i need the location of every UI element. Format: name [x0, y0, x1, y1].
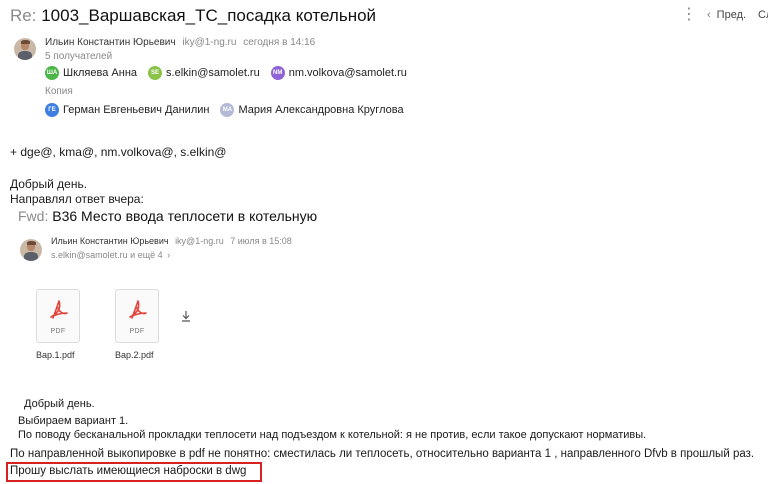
sender-date: сегодня в 14:16: [243, 37, 316, 48]
quoted-greeting: Добрый день.: [24, 398, 95, 410]
attachment-name[interactable]: Вар.2.pdf: [115, 350, 154, 360]
quoted-sender-email[interactable]: iky@1-ng.ru: [175, 236, 224, 246]
quoted-sender-name[interactable]: Ильин Константин Юрьевич: [51, 236, 169, 246]
recipient-name: nm.volkova@samolet.ru: [288, 67, 407, 79]
subject-bar: Re: 1003_Варшавская_ТС_посадка котельной…: [0, 0, 768, 32]
pdf-icon: [50, 300, 68, 319]
body-line: Направлял ответ вчера:: [10, 192, 144, 206]
subject-title: Re: 1003_Варшавская_ТС_посадка котельной: [10, 6, 376, 26]
closing-line: По направленной выкопировке в pdf не пон…: [10, 448, 755, 460]
prev-button[interactable]: ‹ Пред.: [707, 9, 746, 21]
recipient-chip[interactable]: NM nm.volkova@samolet.ru: [270, 66, 407, 80]
quoted-sender-line: Ильин Константин Юрьевич iky@1-ng.ru 7 и…: [51, 236, 292, 246]
subject-text: 1003_Варшавская_ТС_посадка котельной: [41, 6, 377, 25]
pdf-icon: [129, 300, 147, 319]
quoted-sender-avatar[interactable]: [20, 239, 42, 261]
pdf-file-card: PDF: [36, 289, 80, 343]
sender-line: Ильин Константин Юрьевич iky@1-ng.ru сег…: [45, 37, 315, 48]
subject-prefix: Re:: [10, 6, 37, 25]
fwd-title: Fwd: В36 Место ввода теплосети в котельн…: [18, 208, 317, 224]
sender-email[interactable]: iky@1-ng.ru: [182, 37, 236, 48]
recipient-chip[interactable]: ША Шкляева Анна: [45, 66, 137, 80]
recipient-name: Шкляева Анна: [63, 67, 138, 79]
pdf-file-card: PDF: [115, 289, 159, 343]
quoted-recipients-text: s.elkin@samolet.ru и ещё 4: [51, 250, 163, 260]
chevron-left-icon: ‹: [707, 9, 711, 21]
prev-label: Пред.: [716, 9, 747, 21]
fwd-subject: В36 Место ввода теплосети в котельную: [52, 208, 318, 224]
to-recipients: ША Шкляева Анна SE s.elkin@samolet.ru NM…: [45, 66, 418, 80]
next-button[interactable]: Сл: [758, 9, 768, 21]
attachment-ext: PDF: [50, 328, 66, 335]
attachment-card[interactable]: PDF: [115, 289, 159, 343]
quoted-recipients[interactable]: s.elkin@samolet.ru и ещё 4 ›: [51, 250, 170, 260]
recipient-initials: ГЕ: [45, 103, 59, 117]
chevron-right-icon: ›: [167, 250, 171, 260]
body-line: Добрый день.: [10, 177, 88, 191]
recipient-chip[interactable]: МА Мария Александровна Круглова: [220, 103, 404, 117]
body-line: + dge@, kma@, nm.volkova@, s.elkin@: [10, 145, 227, 159]
recipient-chip[interactable]: SE s.elkin@samolet.ru: [148, 66, 260, 80]
quoted-note: По поводу бесканальной прокладки теплосе…: [18, 429, 647, 441]
quoted-date: 7 июля в 15:08: [230, 236, 292, 246]
attachment-ext: PDF: [129, 328, 145, 335]
recipients-count[interactable]: 5 получателей: [45, 51, 112, 62]
recipient-initials: SE: [148, 66, 163, 80]
recipient-initials: МА: [220, 103, 235, 117]
attachment-name[interactable]: Вар.1.pdf: [36, 350, 75, 360]
recipient-name: s.elkin@samolet.ru: [166, 67, 260, 79]
attachment-card[interactable]: PDF: [36, 289, 80, 343]
recipient-name: Мария Александровна Круглова: [238, 104, 404, 116]
recipient-initials: NM: [270, 66, 285, 80]
recipient-initials: ША: [45, 66, 59, 80]
copy-label: Копия: [45, 86, 73, 97]
quoted-variant: Выбираем вариант 1.: [18, 415, 129, 427]
fwd-prefix: Fwd:: [18, 208, 49, 224]
download-icon[interactable]: [181, 310, 191, 325]
recipient-name: Герман Евгеньевич Данилин: [63, 104, 210, 116]
recipient-chip[interactable]: ГЕ Герман Евгеньевич Данилин: [45, 103, 209, 117]
sender-avatar[interactable]: [14, 38, 36, 60]
closing-request: Прошу выслать имеющиеся наброски в dwg: [10, 465, 247, 477]
sender-name[interactable]: Ильин Константин Юрьевич: [45, 37, 176, 48]
more-vertical-icon[interactable]: ⋮: [681, 4, 697, 24]
cc-recipients: ГЕ Герман Евгеньевич Данилин МА Мария Ал…: [45, 103, 415, 117]
